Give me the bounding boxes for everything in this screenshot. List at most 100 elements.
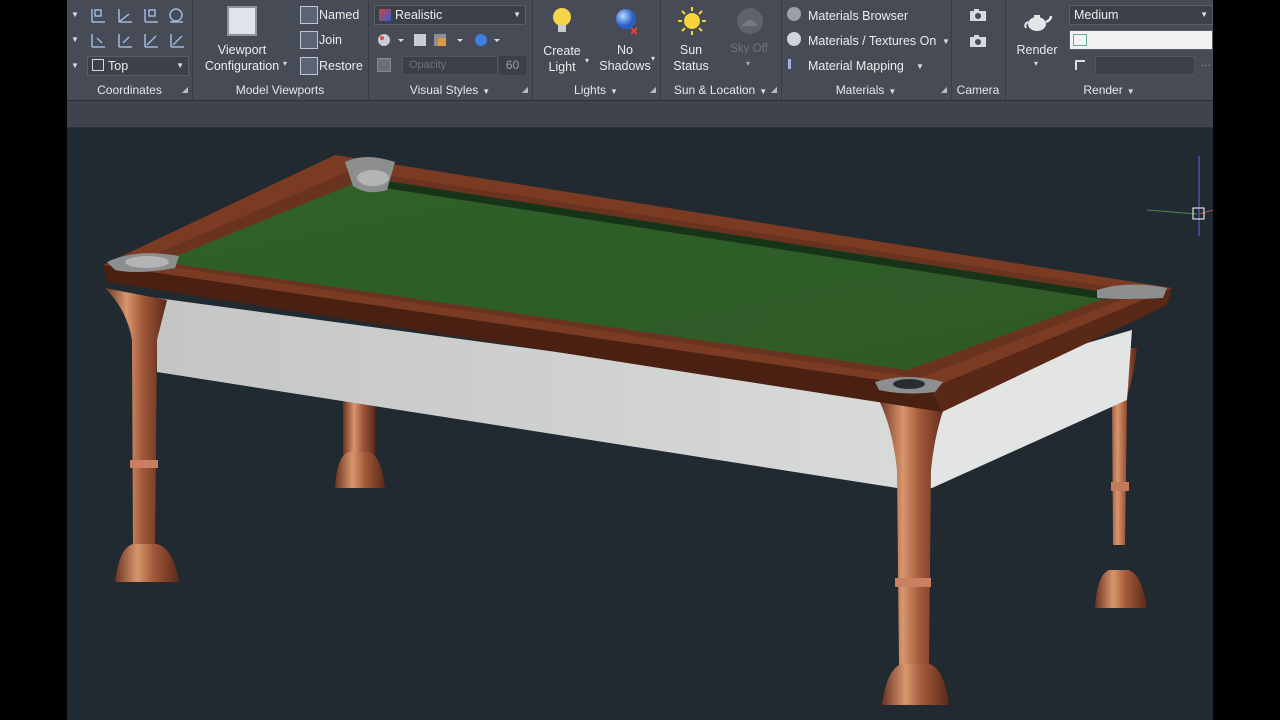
panel-title-render: Render ▼ [1005, 81, 1213, 99]
panel-expand-icon[interactable]: ◢ [522, 81, 528, 99]
panel-title-text: Visual Styles [409, 83, 479, 97]
panel-materials: Materials Browser Materials / Textures O… [781, 0, 952, 100]
chevron-down-icon: ▾ [651, 54, 656, 63]
materials-textures-button[interactable]: Materials / Textures On ▼ [787, 31, 950, 51]
panel-sun-location: Sun Status Sky Off ▾ Sun & Location ▼ ◢ [660, 0, 782, 100]
materials-textures-label: Materials / Textures On [808, 34, 937, 48]
sky-off-label: Sky Off [730, 43, 768, 55]
panel-visual-styles: Realistic ▼ Opacity 60 Visual Styles ▼ ◢ [368, 0, 533, 100]
panel-expand-icon[interactable]: ◢ [650, 81, 656, 99]
chevron-down-icon: ▼ [942, 37, 950, 46]
join-viewports-icon [300, 31, 318, 49]
visual-style-tools[interactable] [376, 31, 504, 49]
materials-textures-icon [787, 32, 801, 46]
render-environment-icon [1073, 34, 1087, 46]
restore-label: Restore [319, 59, 363, 73]
restore-button[interactable]: Restore [300, 57, 366, 77]
material-mapping-button[interactable]: Material Mapping ▼ [787, 56, 937, 76]
sun-icon [678, 7, 706, 35]
drawing-viewport[interactable] [67, 128, 1213, 720]
materials-browser-button[interactable]: Materials Browser [787, 6, 947, 26]
panel-render: Render ▾ Medium ▼ … Render ▼ [1005, 0, 1213, 100]
visual-style-icon [379, 9, 391, 21]
chevron-down-icon: ▾ [1034, 59, 1039, 68]
chevron-down-icon: ▼ [1200, 10, 1208, 19]
ucs-icons-grid[interactable] [89, 6, 189, 50]
join-label: Join [319, 33, 342, 47]
chevron-down-icon: ▾ [283, 59, 288, 68]
material-mapping-icon [788, 59, 800, 69]
pool-table-model [103, 155, 1172, 705]
panel-title-sun-location: Sun & Location ▼ ◢ [660, 81, 781, 99]
ribbon: ▼ ▼ ▼ Top ▼ Coordinates ◢ Viewport Confi… [67, 0, 1213, 101]
table-leg-back-left [335, 395, 385, 488]
render-environment-field[interactable] [1069, 30, 1213, 50]
restore-viewports-icon [300, 57, 318, 75]
sky-icon [737, 8, 763, 34]
sun-status-button[interactable]: Sun Status [662, 4, 720, 78]
material-mapping-label: Material Mapping [808, 59, 904, 73]
render-quality-combo[interactable]: Medium ▼ [1069, 5, 1213, 25]
chevron-down-icon[interactable]: ▼ [759, 87, 767, 96]
panel-lights: Create Light ▾ No Shadows ▾ Lights ▼ ◢ [532, 0, 661, 100]
viewport-config-icon [227, 6, 257, 36]
panel-camera: Camera [951, 0, 1006, 100]
chevron-down-icon[interactable]: ▼ [888, 87, 896, 96]
panel-expand-icon[interactable]: ◢ [771, 81, 777, 99]
named-label: Named [319, 8, 360, 22]
panel-title-materials: Materials ▼ ◢ [781, 81, 951, 99]
teapot-icon [1024, 15, 1053, 31]
chevron-down-icon: ▾ [585, 56, 590, 65]
panel-expand-icon[interactable]: ◢ [182, 81, 188, 99]
screen-border-right [1213, 0, 1280, 720]
visual-style-value: Realistic [395, 8, 443, 22]
sun-status-label-1: Sun [679, 43, 703, 57]
render-output-path[interactable] [1095, 56, 1195, 75]
named-button[interactable]: Named [300, 6, 366, 26]
file-tab-strip [67, 101, 1213, 127]
panel-title-coordinates: Coordinates ◢ [67, 81, 192, 99]
camera-icon[interactable] [969, 8, 987, 22]
chevron-down-icon[interactable]: ▼ [1127, 87, 1135, 96]
render-button[interactable]: Render ▾ [1011, 4, 1063, 78]
no-shadows-button[interactable]: No Shadows ▾ [596, 4, 656, 78]
viewport-configuration-button[interactable]: Viewport Configuration ▾ [200, 4, 288, 78]
panel-title-text: Sun & Location [673, 83, 756, 97]
more-options-icon[interactable]: … [1201, 58, 1211, 69]
view-combo[interactable]: Top ▼ [87, 56, 189, 76]
panel-title-text: Model Viewports [235, 83, 325, 97]
named-viewports-icon [300, 6, 318, 24]
panel-coordinates: ▼ ▼ ▼ Top ▼ Coordinates ◢ [67, 0, 193, 100]
camera-icon[interactable] [969, 34, 987, 48]
light-bulb-icon [553, 8, 571, 32]
no-shadows-label-1: No [617, 43, 633, 57]
sky-off-button[interactable]: Sky Off ▾ [720, 4, 778, 78]
opacity-label: Opacity [409, 59, 447, 71]
chevron-down-icon[interactable]: ▼ [71, 35, 79, 44]
chevron-down-icon[interactable]: ▼ [71, 10, 79, 19]
chevron-down-icon[interactable]: ▼ [610, 87, 618, 96]
opacity-value[interactable]: 60 [499, 56, 526, 75]
create-light-label-1: Create [543, 44, 581, 58]
panel-title-lights: Lights ▼ ◢ [532, 81, 660, 99]
chevron-down-icon: ▼ [916, 62, 924, 71]
panel-title-text: Lights [574, 83, 607, 97]
visual-style-combo[interactable]: Realistic ▼ [374, 5, 526, 25]
view-combo-value: Top [108, 59, 129, 73]
join-button[interactable]: Join [300, 31, 366, 51]
materials-browser-icon [787, 7, 801, 21]
panel-expand-icon[interactable]: ◢ [941, 81, 947, 99]
create-light-button[interactable]: Create Light ▾ [536, 4, 590, 78]
opacity-slider[interactable]: Opacity [402, 56, 498, 75]
sun-status-label-2: Status [673, 59, 709, 73]
autocad-window: ▼ ▼ ▼ Top ▼ Coordinates ◢ Viewport Confi… [67, 0, 1213, 720]
panel-title-visual-styles: Visual Styles ▼ ◢ [368, 81, 532, 99]
sphere-icon [616, 9, 638, 35]
render-output-icon[interactable] [1075, 60, 1085, 70]
chevron-down-icon[interactable]: ▼ [71, 61, 79, 70]
chevron-down-icon[interactable]: ▼ [482, 87, 490, 96]
render-quality-value: Medium [1074, 8, 1119, 22]
panel-title-text: Materials [835, 83, 885, 97]
panel-title-text: Render [1083, 83, 1123, 97]
no-shadows-label-2: Shadows [599, 59, 651, 73]
